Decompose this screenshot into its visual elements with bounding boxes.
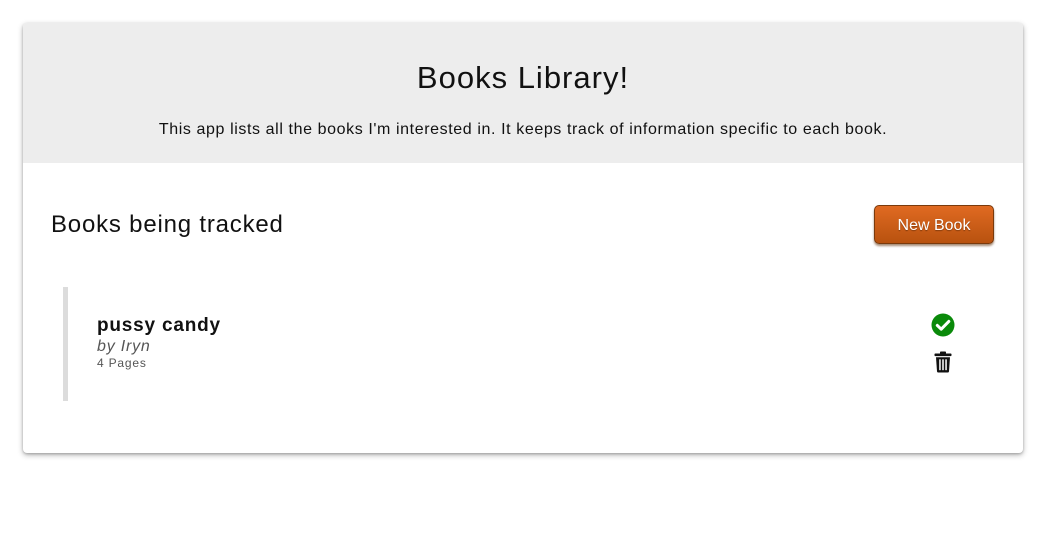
page-title: Books Library!: [416, 60, 630, 95]
new-book-button[interactable]: New Book: [874, 205, 994, 244]
book-author: Iryn: [120, 338, 151, 355]
book-pages-suffix: Pages: [108, 356, 147, 370]
library-card: Books Library! This app lists all the bo…: [23, 23, 1023, 453]
page-description: This app lists all the books I'm interes…: [158, 121, 888, 138]
book-list-item: pussy candy by Iryn 4 Pages: [63, 287, 968, 401]
section-title: Books being tracked: [51, 211, 284, 238]
page-header: Books Library! This app lists all the bo…: [23, 23, 1023, 163]
book-pages-line: 4 Pages: [97, 356, 147, 370]
book-pages-count: 4: [97, 356, 105, 370]
trash-icon-graphic: [934, 351, 952, 373]
trash-icon[interactable]: [934, 351, 952, 373]
check-circle-icon[interactable]: [931, 313, 955, 337]
book-title: pussy candy: [97, 315, 221, 336]
check-circle-icon-graphic: [931, 313, 955, 337]
book-author-prefix: by: [97, 338, 116, 355]
book-author-line: by Iryn: [97, 337, 151, 357]
